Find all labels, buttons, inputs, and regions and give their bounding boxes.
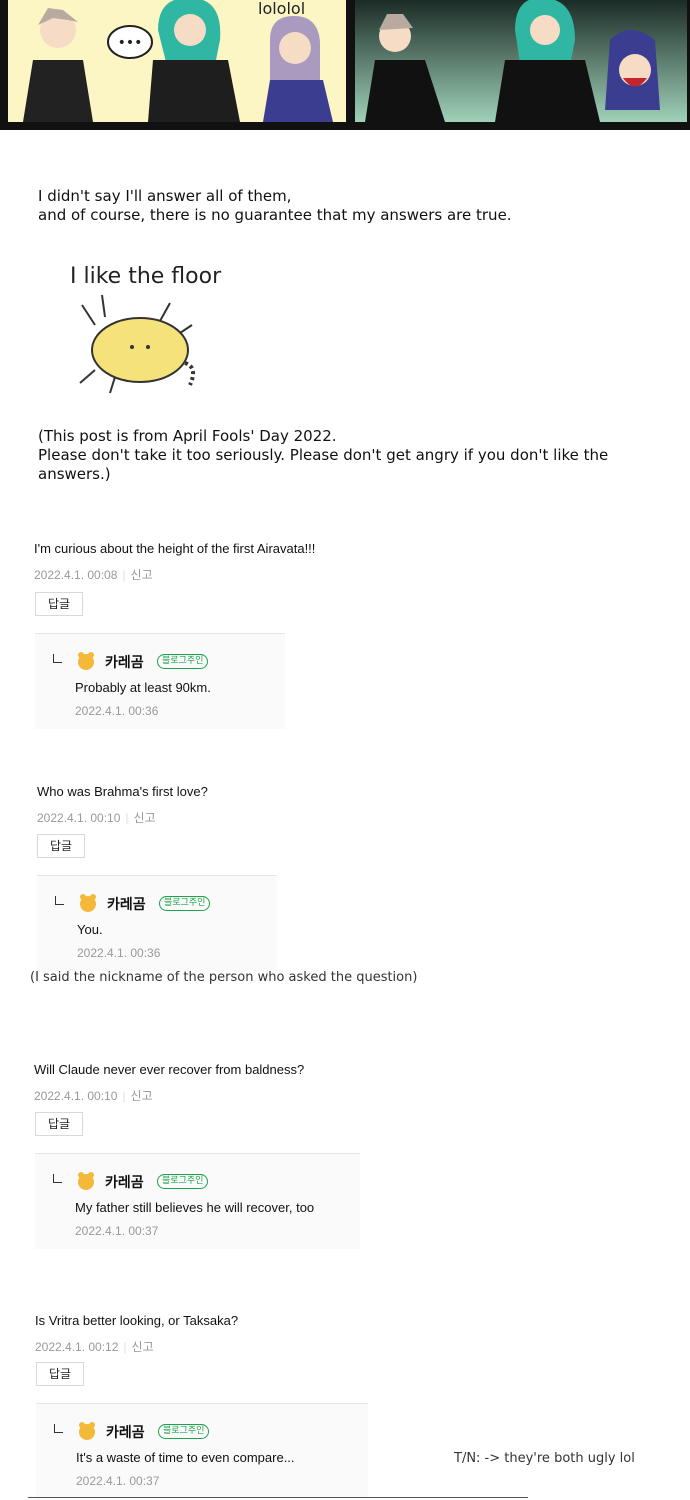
comment-meta: 2022.4.1. 00:10 | 신고 (34, 1089, 153, 1103)
owner-reply-2: 카레곰 블로그주인 You. 2022.4.1. 00:36 (37, 875, 277, 971)
comic-panel-left-illustration: ••• lololol (23, 0, 333, 122)
reply-button[interactable]: 답글 (35, 1112, 83, 1136)
intro-line-1: I didn't say I'll answer all of them, (38, 187, 292, 205)
owner-reply-1: 카레곰 블로그주인 Probably at least 90km. 2022.4… (35, 633, 285, 729)
reply-text: Probably at least 90km. (75, 680, 211, 695)
comment-1: I'm curious about the height of the firs… (34, 541, 434, 583)
note-line-2: Please don't take it too seriously. Plea… (38, 446, 609, 464)
comment-meta: 2022.4.1. 00:08 | 신고 (34, 568, 153, 582)
speech-bubble-text: ••• (118, 35, 143, 51)
intro-line-2: and of course, there is no guarantee tha… (38, 206, 512, 224)
laugh-text: lololol (258, 0, 305, 18)
reply-indent-icon (55, 896, 64, 905)
owner-reply-4: 카레곰 블로그주인 It's a waste of time to even c… (36, 1403, 368, 1499)
owner-avatar-icon (77, 892, 99, 914)
comic-strip: ••• lololol (0, 0, 690, 130)
comic-panel-left: ••• lololol (8, 0, 346, 122)
comment-4: Is Vritra better looking, or Taksaka? 20… (35, 1313, 435, 1355)
reply-button[interactable]: 답글 (35, 592, 83, 616)
owner-name[interactable]: 카레곰 (107, 894, 146, 914)
comment-meta: 2022.4.1. 00:10 | 신고 (37, 811, 156, 825)
note-line-1: (This post is from April Fools' Day 2022… (38, 427, 337, 445)
report-link[interactable]: 신고 (131, 1089, 153, 1103)
comment-date: 2022.4.1. 00:10 (37, 811, 121, 825)
reply-date: 2022.4.1. 00:36 (75, 704, 159, 718)
owner-badge: 블로그주인 (158, 1424, 210, 1439)
translator-note-2: T/N: -> they're both ugly lol (454, 1451, 635, 1466)
comic-panel-right (355, 0, 687, 122)
comment-date: 2022.4.1. 00:08 (34, 568, 118, 582)
owner-badge: 블로그주인 (157, 654, 209, 669)
comment-2: Who was Brahma's first love? 2022.4.1. 0… (37, 784, 437, 826)
owner-avatar-icon (75, 650, 97, 672)
owner-name[interactable]: 카레곰 (105, 1172, 144, 1192)
reply-indent-icon (53, 1174, 62, 1183)
comment-question: Will Claude never ever recover from bald… (34, 1062, 305, 1077)
owner-name[interactable]: 카레곰 (105, 652, 144, 672)
owner-avatar-icon (75, 1170, 97, 1192)
comment-question: I'm curious about the height of the firs… (34, 541, 316, 556)
reply-button[interactable]: 답글 (37, 834, 85, 858)
owner-badge: 블로그주인 (159, 896, 211, 911)
april-fools-note: (This post is from April Fools' Day 2022… (38, 427, 658, 484)
reply-date: 2022.4.1. 00:37 (76, 1474, 160, 1488)
reply-date: 2022.4.1. 00:37 (75, 1224, 159, 1238)
reply-indent-icon (53, 654, 62, 663)
intro-text: I didn't say I'll answer all of them, an… (38, 187, 512, 225)
owner-reply-3: 카레곰 블로그주인 My father still believes he wi… (35, 1153, 360, 1249)
comment-question: Who was Brahma's first love? (37, 784, 208, 799)
owner-name[interactable]: 카레곰 (106, 1422, 145, 1442)
report-link[interactable]: 신고 (131, 568, 153, 582)
comment-question: Is Vritra better looking, or Taksaka? (35, 1313, 239, 1328)
comic-panel-right-illustration (365, 0, 660, 122)
bottom-divider (28, 1497, 528, 1498)
reply-date: 2022.4.1. 00:36 (77, 946, 161, 960)
note-line-3: answers.) (38, 465, 111, 483)
reply-text: My father still believes he will recover… (75, 1200, 315, 1215)
comment-meta: 2022.4.1. 00:12 | 신고 (35, 1340, 154, 1354)
comment-date: 2022.4.1. 00:10 (34, 1089, 118, 1103)
comment-date: 2022.4.1. 00:12 (35, 1340, 119, 1354)
reply-text: It's a waste of time to even compare... (76, 1450, 295, 1465)
translator-note-1: (I said the nickname of the person who a… (30, 970, 418, 985)
report-link[interactable]: 신고 (132, 1340, 154, 1354)
owner-badge: 블로그주인 (157, 1174, 209, 1189)
reply-indent-icon (54, 1424, 63, 1433)
floor-doodle: I like the floor (70, 264, 222, 394)
reply-text: You. (77, 922, 103, 937)
report-link[interactable]: 신고 (134, 811, 156, 825)
reply-button[interactable]: 답글 (36, 1362, 84, 1386)
floor-caption: I like the floor (70, 264, 222, 289)
owner-avatar-icon (76, 1420, 98, 1442)
comment-3: Will Claude never ever recover from bald… (34, 1062, 434, 1104)
floor-illustration: I like the floor (40, 255, 240, 405)
